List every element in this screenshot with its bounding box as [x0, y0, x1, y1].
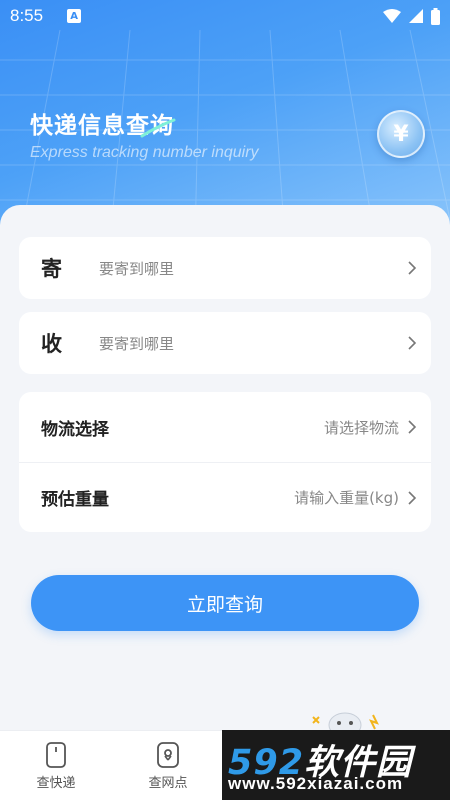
sender-placeholder: 要寄到哪里 [99, 259, 175, 278]
receiver-row[interactable]: 收 要寄到哪里 [19, 312, 431, 374]
options-card: 物流选择 请选择物流 预估重量 请输入重量(kg) [19, 392, 431, 532]
tab-check-outlets-label: 查网点 [148, 775, 188, 791]
site-watermark: 592软件园 www.592xiazai.com [222, 730, 450, 800]
page-subtitle: Express tracking number inquiry [30, 144, 259, 161]
sender-row[interactable]: 寄 要寄到哪里 [19, 237, 431, 299]
receiver-address-card[interactable]: 收 要寄到哪里 [19, 312, 431, 374]
tab-check-express[interactable]: 查快递 [0, 731, 112, 800]
weight-label: 预估重量 [41, 490, 109, 510]
status-bar: 8:55 A [0, 0, 450, 32]
chevron-right-icon [408, 490, 417, 505]
receiver-placeholder: 要寄到哪里 [99, 334, 175, 353]
battery-icon [431, 7, 440, 25]
notification-icon: A [67, 9, 82, 23]
chevron-right-icon [408, 336, 417, 350]
logistics-select-row[interactable]: 物流选择 请选择物流 [19, 392, 431, 462]
wifi-icon [383, 9, 401, 23]
sender-tag: 寄 [41, 257, 62, 281]
receiver-tag: 收 [41, 332, 62, 356]
status-time: 8:55 [10, 6, 44, 25]
weight-value: 请输入重量(kg) [294, 489, 399, 507]
chevron-right-icon [408, 420, 417, 434]
tab-check-outlets[interactable]: 查网点 [112, 731, 224, 800]
tab-check-express-label: 查快递 [36, 775, 76, 791]
logistics-value: 请选择物流 [323, 418, 399, 437]
watermark-url: www.592xiazai.com [228, 774, 404, 793]
phone-icon [46, 741, 66, 768]
logistics-label: 物流选择 [41, 419, 109, 440]
location-pin-icon [157, 741, 179, 768]
title-swoosh-icon [140, 118, 176, 138]
query-button[interactable]: 立即查询 [31, 575, 419, 631]
chevron-right-icon [408, 261, 417, 275]
yen-coin-icon: ¥ [377, 110, 425, 158]
signal-icon [409, 9, 423, 23]
weight-input-row[interactable]: 预估重量 请输入重量(kg) [19, 462, 431, 532]
sender-address-card[interactable]: 寄 要寄到哪里 [19, 237, 431, 299]
